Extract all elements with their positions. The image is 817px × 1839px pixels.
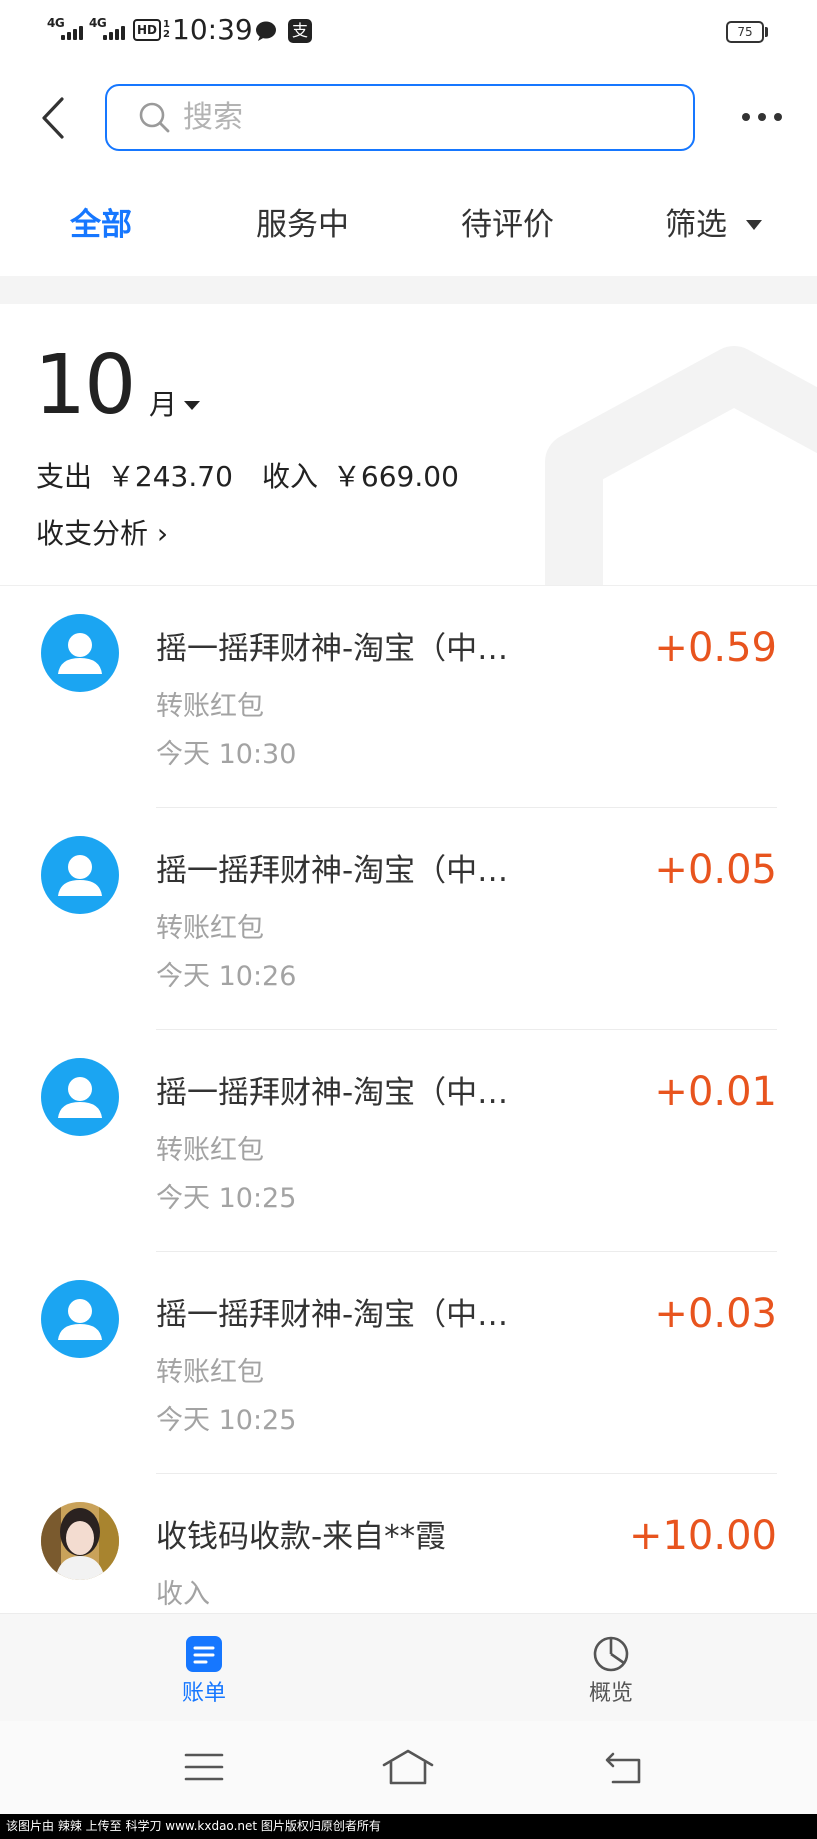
more-options-icon[interactable] — [736, 100, 788, 134]
battery-icon: 75 — [726, 21, 764, 43]
back-arrow-icon[interactable] — [38, 96, 68, 140]
transaction-time: 今天 10:25 — [156, 1183, 297, 1214]
transaction-category: 收入 — [156, 1579, 210, 1610]
signal-icon: 4G — [47, 16, 87, 44]
expense-label: 支出 — [36, 460, 93, 493]
transaction-amount: +0.01 — [654, 1069, 777, 1115]
tab-in-service[interactable]: 服务中 — [256, 206, 349, 244]
caret-down-icon[interactable] — [746, 220, 762, 230]
search-icon — [139, 102, 170, 133]
transaction-list: 摇一摇拜财神-淘宝（中… +0.59 转账红包 今天 10:30 摇一摇拜财神-… — [0, 586, 817, 1613]
status-time: 10:39 — [172, 13, 253, 46]
signal-icon: 4G — [89, 16, 129, 44]
transaction-title: 收钱码收款-来自**霞 — [156, 1519, 447, 1555]
tab-overview[interactable]: 概览 — [571, 1614, 651, 1720]
transaction-title: 摇一摇拜财神-淘宝（中… — [156, 1297, 509, 1333]
transaction-amount: +0.03 — [654, 1291, 777, 1337]
month-caret-down-icon[interactable] — [184, 401, 200, 410]
transaction-category: 转账红包 — [156, 1135, 264, 1166]
tab-overview-label: 概览 — [589, 1681, 634, 1706]
transaction-category: 转账红包 — [156, 1357, 264, 1388]
chat-bubble-icon — [256, 21, 276, 41]
list-item[interactable]: 收钱码收款-来自**霞 +10.00 收入 — [0, 1474, 817, 1613]
list-item[interactable]: 摇一摇拜财神-淘宝（中… +0.01 转账红包 今天 10:25 — [0, 1030, 817, 1252]
search-input[interactable] — [181, 86, 661, 148]
tab-bill-label: 账单 — [182, 1681, 227, 1706]
expense-summary: 支出 ￥243.70 — [36, 460, 233, 494]
user-photo-avatar — [41, 1502, 119, 1580]
battery-nub — [765, 27, 768, 37]
watermark-text: 该图片由 辣辣 上传至 科学刀 www.kxdao.net 图片版权归原创者所有 — [0, 1814, 817, 1839]
hd-voice-icon: HD 1 2 — [133, 17, 170, 43]
transaction-title: 摇一摇拜财神-淘宝（中… — [156, 631, 509, 667]
section-spacer — [0, 276, 817, 304]
transaction-time: 今天 10:30 — [156, 739, 297, 770]
hd-label: HD — [133, 19, 162, 41]
default-user-icon — [41, 1280, 119, 1358]
income-summary: 收入 ￥669.00 — [262, 460, 459, 494]
income-expense-analysis-link[interactable]: 收支分析 › — [36, 517, 168, 551]
transaction-time: 今天 10:26 — [156, 961, 297, 992]
list-item[interactable]: 摇一摇拜财神-淘宝（中… +0.05 转账红包 今天 10:26 — [0, 808, 817, 1030]
transaction-title: 摇一摇拜财神-淘宝（中… — [156, 853, 509, 889]
alipay-icon: 支 — [288, 19, 312, 43]
transaction-category: 转账红包 — [156, 691, 264, 722]
transaction-amount: +0.59 — [654, 625, 777, 671]
tab-all[interactable]: 全部 — [70, 206, 132, 244]
menu-icon[interactable] — [184, 1751, 224, 1783]
hd-bottom: 2 — [163, 29, 170, 40]
bottom-tab-bar: 账单 概览 — [0, 1613, 817, 1721]
transaction-amount: +0.05 — [654, 847, 777, 893]
month-number[interactable]: 10 — [34, 340, 136, 432]
month-unit[interactable]: 月 — [149, 388, 177, 422]
income-value: ￥669.00 — [332, 460, 459, 493]
tab-bill[interactable]: 账单 — [164, 1614, 244, 1720]
decorative-hexagon — [545, 346, 817, 585]
back-icon[interactable] — [603, 1751, 643, 1785]
transaction-time: 今天 10:25 — [156, 1405, 297, 1436]
tab-filter[interactable]: 筛选 — [665, 206, 727, 244]
pie-chart-icon — [593, 1636, 629, 1672]
signal-label: 4G — [47, 16, 65, 30]
status-bar: 4G 4G HD 1 2 10:39 支 75 — [0, 0, 817, 64]
list-item[interactable]: 摇一摇拜财神-淘宝（中… +0.59 转账红包 今天 10:30 — [0, 586, 817, 808]
home-icon[interactable] — [381, 1748, 435, 1786]
transaction-category: 转账红包 — [156, 913, 264, 944]
default-user-icon — [41, 614, 119, 692]
bill-icon — [186, 1636, 222, 1672]
list-item[interactable]: 摇一摇拜财神-淘宝（中… +0.03 转账红包 今天 10:25 — [0, 1252, 817, 1474]
system-nav-bar — [0, 1721, 817, 1814]
signal-label: 4G — [89, 16, 107, 30]
default-user-icon — [41, 1058, 119, 1136]
tab-to-review[interactable]: 待评价 — [461, 206, 554, 244]
default-user-icon — [41, 836, 119, 914]
transaction-amount: +10.00 — [628, 1513, 777, 1559]
search-box[interactable] — [105, 84, 695, 151]
expense-value: ￥243.70 — [106, 460, 233, 493]
income-label: 收入 — [262, 460, 319, 493]
transaction-title: 摇一摇拜财神-淘宝（中… — [156, 1075, 509, 1111]
